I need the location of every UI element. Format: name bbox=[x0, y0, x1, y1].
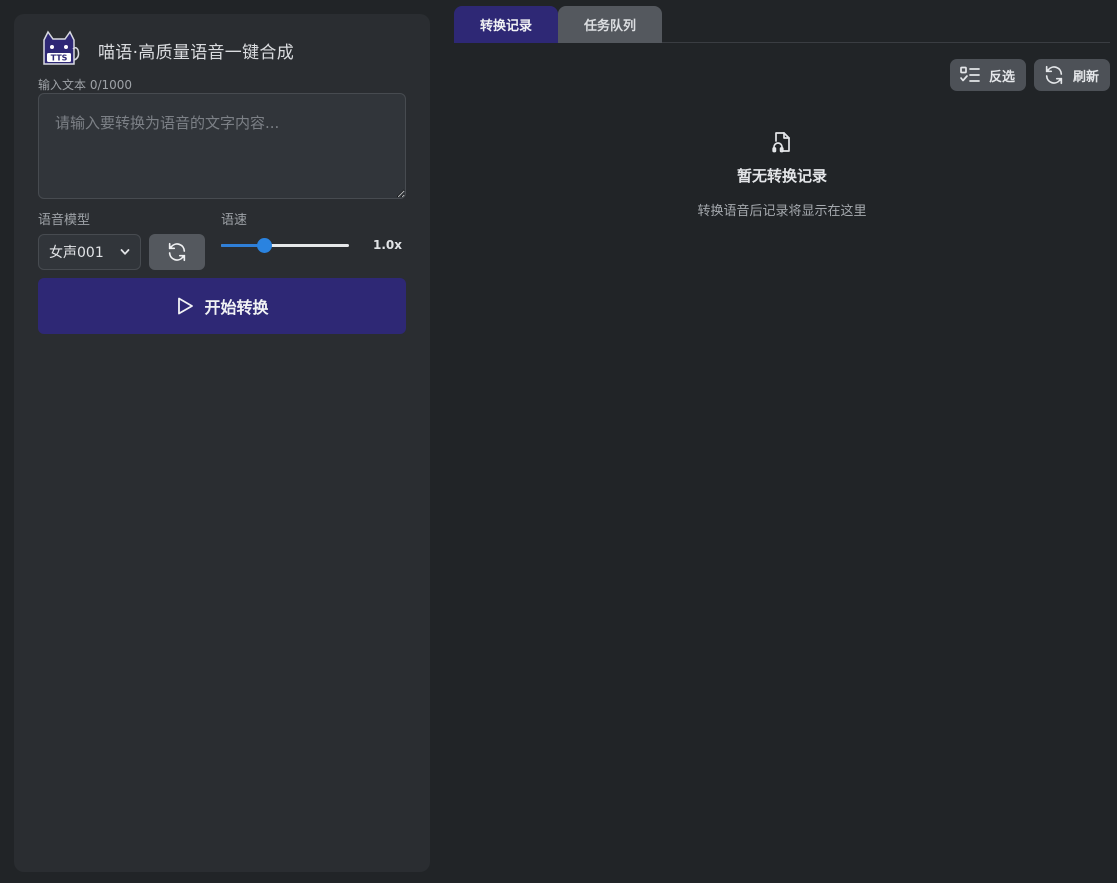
speed-label: 语速 bbox=[221, 213, 248, 228]
voice-model-select[interactable]: 女声001 bbox=[38, 234, 141, 270]
checklist-icon bbox=[960, 66, 980, 82]
speed-slider[interactable] bbox=[221, 238, 349, 253]
speed-value: 1.0x bbox=[373, 238, 402, 252]
start-convert-label: 开始转换 bbox=[204, 298, 269, 317]
tab-history[interactable]: 转换记录 bbox=[454, 6, 558, 43]
voice-model-label: 语音模型 bbox=[38, 213, 91, 228]
input-label: 输入文本 0/1000 bbox=[38, 78, 133, 92]
chevron-down-icon bbox=[120, 249, 130, 255]
refresh-label: 刷新 bbox=[1073, 69, 1100, 85]
slider-thumb[interactable] bbox=[257, 238, 272, 253]
tab-bar: 转换记录 任务队列 bbox=[454, 6, 1110, 43]
play-icon bbox=[178, 297, 194, 315]
refresh-icon bbox=[1045, 65, 1063, 85]
empty-subtitle: 转换语音后记录将显示在这里 bbox=[697, 204, 867, 219]
app-title: 喵语·高质量语音一键合成 bbox=[98, 42, 295, 63]
text-input[interactable] bbox=[38, 93, 406, 199]
invert-selection-button[interactable]: 反选 bbox=[950, 59, 1026, 91]
svg-text:TTS: TTS bbox=[51, 54, 68, 63]
left-panel: TTS 喵语·高质量语音一键合成 输入文本 0/1000 语音模型 语速 女声0… bbox=[14, 14, 430, 872]
start-convert-button[interactable]: 开始转换 bbox=[38, 278, 406, 334]
tts-cat-icon: TTS bbox=[43, 30, 80, 65]
refresh-model-button[interactable] bbox=[149, 234, 205, 270]
refresh-button[interactable]: 刷新 bbox=[1034, 59, 1110, 91]
voice-model-value: 女声001 bbox=[49, 245, 104, 261]
empty-title: 暂无转换记录 bbox=[736, 167, 827, 185]
audio-file-icon bbox=[772, 132, 790, 153]
header: TTS 喵语·高质量语音一键合成 bbox=[38, 30, 294, 70]
invert-selection-label: 反选 bbox=[989, 69, 1016, 85]
empty-state: 暂无转换记录 转换语音后记录将显示在这里 bbox=[620, 130, 944, 219]
refresh-icon bbox=[168, 242, 186, 262]
tab-queue[interactable]: 任务队列 bbox=[558, 6, 662, 43]
